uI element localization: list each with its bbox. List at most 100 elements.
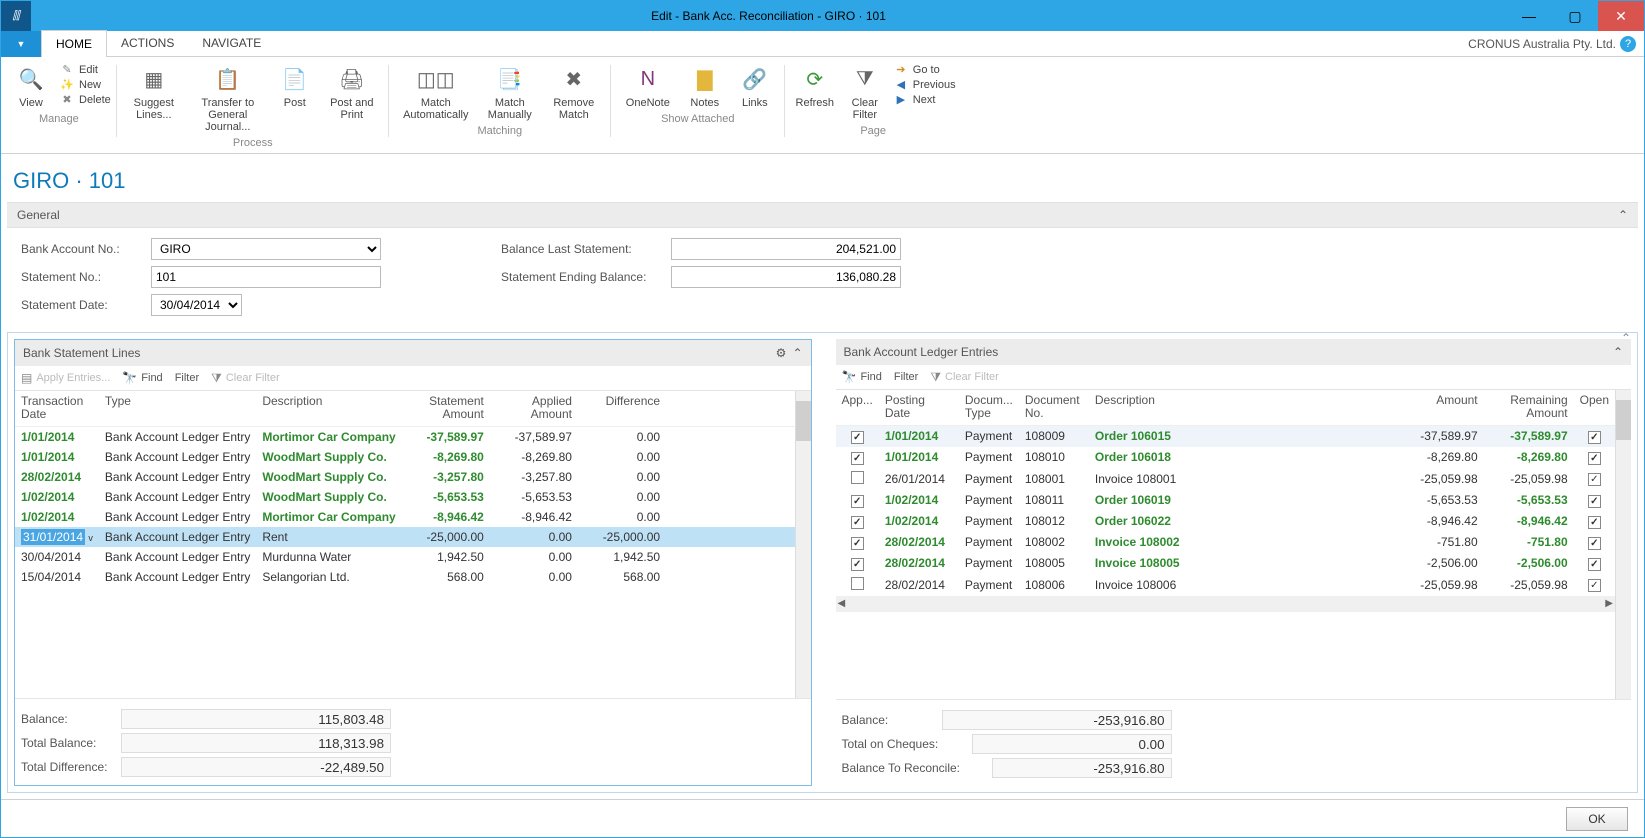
r-balance-value bbox=[942, 710, 1172, 730]
balance-last-label: Balance Last Statement: bbox=[501, 242, 661, 256]
find-button[interactable]: 🔭Find bbox=[842, 370, 882, 384]
open-checkbox[interactable] bbox=[1588, 495, 1601, 508]
statement-no-label: Statement No.: bbox=[21, 270, 141, 284]
tab-navigate[interactable]: NAVIGATE bbox=[188, 30, 275, 57]
notes-icon: ▇ bbox=[689, 63, 721, 95]
balance-value bbox=[121, 709, 391, 729]
bank-account-field[interactable]: GIRO bbox=[151, 238, 381, 260]
printer-icon: 🖨 bbox=[336, 63, 368, 95]
goto-button[interactable]: ➔Go to bbox=[893, 63, 956, 76]
app-menu-button[interactable]: ▼ bbox=[1, 31, 41, 57]
ok-button[interactable]: OK bbox=[1566, 807, 1628, 831]
open-checkbox[interactable] bbox=[1588, 537, 1601, 550]
open-checkbox[interactable] bbox=[1588, 579, 1601, 592]
edit-button[interactable]: ✎Edit bbox=[59, 63, 111, 76]
onenote-button[interactable]: NOneNote bbox=[617, 61, 679, 111]
group-showattached: Show Attached bbox=[661, 111, 734, 129]
filter-button[interactable]: Filter bbox=[894, 371, 918, 383]
tab-actions[interactable]: ACTIONS bbox=[107, 30, 188, 57]
h-scrollbar[interactable]: ◀▶ bbox=[836, 596, 1616, 612]
filter-button[interactable]: Filter bbox=[175, 372, 199, 384]
statement-line-row[interactable]: 1/01/2014Bank Account Ledger EntryWoodMa… bbox=[15, 447, 795, 467]
post-button[interactable]: 📄Post bbox=[271, 61, 319, 111]
statement-line-row[interactable]: 15/04/2014Bank Account Ledger EntrySelan… bbox=[15, 567, 795, 587]
match-auto-icon: ◫◫ bbox=[420, 63, 452, 95]
group-matching: Matching bbox=[477, 123, 522, 141]
open-checkbox[interactable] bbox=[1588, 431, 1601, 444]
chevron-up-icon[interactable]: ⌃ bbox=[792, 346, 802, 360]
ledger-entry-row[interactable]: 1/01/2014Payment108009Order 106015 -37,5… bbox=[836, 425, 1616, 447]
applied-checkbox[interactable] bbox=[851, 558, 864, 571]
ledger-entry-row[interactable]: 28/02/2014Payment108005Invoice 108005 -2… bbox=[836, 553, 1616, 574]
funnel-clear-icon: ⧩ bbox=[930, 370, 941, 385]
ledger-entry-row[interactable]: 1/02/2014Payment108011Order 106019 -5,65… bbox=[836, 490, 1616, 511]
statement-line-row[interactable]: 28/02/2014Bank Account Ledger EntryWoodM… bbox=[15, 467, 795, 487]
clear-filter-button[interactable]: ⧩Clear Filter bbox=[841, 61, 889, 123]
open-checkbox[interactable] bbox=[1588, 473, 1601, 486]
applied-checkbox[interactable] bbox=[851, 516, 864, 529]
post-print-button[interactable]: 🖨Post and Print bbox=[321, 61, 383, 123]
ledger-entries-grid[interactable]: App... Posting Date Docum... Type Docume… bbox=[836, 390, 1616, 595]
match-auto-button[interactable]: ◫◫Match Automatically bbox=[395, 61, 477, 123]
ledger-entry-row[interactable]: 28/02/2014Payment108002Invoice 108002 -7… bbox=[836, 532, 1616, 553]
chevron-up-icon: ⌃ bbox=[1618, 208, 1628, 222]
gear-icon[interactable]: ⚙ bbox=[776, 346, 787, 360]
statement-line-row[interactable]: 1/02/2014Bank Account Ledger EntryWoodMa… bbox=[15, 487, 795, 507]
chevron-up-icon[interactable]: ⌃ bbox=[1621, 332, 1631, 345]
ending-balance-field[interactable] bbox=[671, 266, 901, 288]
chevron-up-icon[interactable]: ⌃ bbox=[1613, 345, 1623, 359]
minimize-button[interactable]: — bbox=[1506, 1, 1552, 31]
statement-line-row[interactable]: 30/04/2014Bank Account Ledger EntryMurdu… bbox=[15, 547, 795, 567]
statement-line-row[interactable]: 31/01/2014 vBank Account Ledger EntryRen… bbox=[15, 527, 795, 547]
statement-lines-grid[interactable]: Transaction Date Type Description Statem… bbox=[15, 391, 795, 586]
applied-checkbox[interactable] bbox=[851, 577, 864, 590]
scrollbar[interactable] bbox=[795, 391, 811, 698]
close-button[interactable]: ✕ bbox=[1598, 1, 1644, 31]
notes-button[interactable]: ▇Notes bbox=[681, 61, 729, 111]
next-button[interactable]: ▶Next bbox=[893, 93, 956, 106]
ledger-entry-row[interactable]: 1/02/2014Payment108012Order 106022 -8,94… bbox=[836, 511, 1616, 532]
balance-last-field[interactable] bbox=[671, 238, 901, 260]
find-button[interactable]: 🔭Find bbox=[122, 371, 162, 385]
match-manual-button[interactable]: 📑Match Manually bbox=[479, 61, 541, 123]
maximize-button[interactable]: ▢ bbox=[1552, 1, 1598, 31]
apply-entries-button[interactable]: ▤Apply Entries... bbox=[21, 371, 110, 385]
applied-checkbox[interactable] bbox=[851, 495, 864, 508]
new-button[interactable]: ✨New bbox=[59, 78, 111, 91]
fasttab-general-header[interactable]: General ⌃ bbox=[7, 202, 1638, 228]
ledger-entry-row[interactable]: 1/01/2014Payment108010Order 106018 -8,26… bbox=[836, 447, 1616, 468]
statement-date-field[interactable]: 30/04/2014 bbox=[151, 294, 242, 316]
statement-line-row[interactable]: 1/01/2014Bank Account Ledger EntryMortim… bbox=[15, 426, 795, 447]
r-cheques-value bbox=[972, 734, 1172, 754]
apply-icon: ▤ bbox=[21, 371, 32, 385]
applied-checkbox[interactable] bbox=[851, 431, 864, 444]
match-manual-icon: 📑 bbox=[494, 63, 526, 95]
applied-checkbox[interactable] bbox=[851, 537, 864, 550]
bank-statement-lines-header: Bank Statement Lines ⚙⌃ bbox=[15, 340, 811, 366]
suggest-lines-button[interactable]: ▦Suggest Lines... bbox=[123, 61, 185, 123]
new-icon: ✨ bbox=[59, 78, 75, 91]
transfer-journal-button[interactable]: 📋Transfer to General Journal... bbox=[187, 61, 269, 135]
remove-match-button[interactable]: ✖Remove Match bbox=[543, 61, 605, 123]
open-checkbox[interactable] bbox=[1588, 452, 1601, 465]
applied-checkbox[interactable] bbox=[851, 452, 864, 465]
ledger-entry-row[interactable]: 26/01/2014Payment108001Invoice 108001 -2… bbox=[836, 468, 1616, 490]
tab-home[interactable]: HOME bbox=[41, 30, 107, 58]
previous-button[interactable]: ◀Previous bbox=[893, 78, 956, 91]
clear-filter-button[interactable]: ⧩Clear Filter bbox=[211, 371, 280, 386]
links-button[interactable]: 🔗Links bbox=[731, 61, 779, 111]
clear-filter-button[interactable]: ⧩Clear Filter bbox=[930, 370, 999, 385]
refresh-button[interactable]: ⟳Refresh bbox=[791, 61, 839, 111]
help-icon[interactable]: ? bbox=[1620, 36, 1636, 52]
statement-line-row[interactable]: 1/02/2014Bank Account Ledger EntryMortim… bbox=[15, 507, 795, 527]
open-checkbox[interactable] bbox=[1588, 516, 1601, 529]
scrollbar[interactable] bbox=[1615, 390, 1631, 699]
total-balance-label: Total Balance: bbox=[21, 736, 111, 750]
view-button[interactable]: 🔍View bbox=[7, 61, 55, 111]
delete-button[interactable]: ✖Delete bbox=[59, 93, 111, 106]
funnel-clear-icon: ⧩ bbox=[211, 371, 222, 386]
open-checkbox[interactable] bbox=[1588, 558, 1601, 571]
ledger-entry-row[interactable]: 28/02/2014Payment108006Invoice 108006 -2… bbox=[836, 574, 1616, 596]
statement-no-field[interactable] bbox=[151, 266, 381, 288]
applied-checkbox[interactable] bbox=[851, 471, 864, 484]
